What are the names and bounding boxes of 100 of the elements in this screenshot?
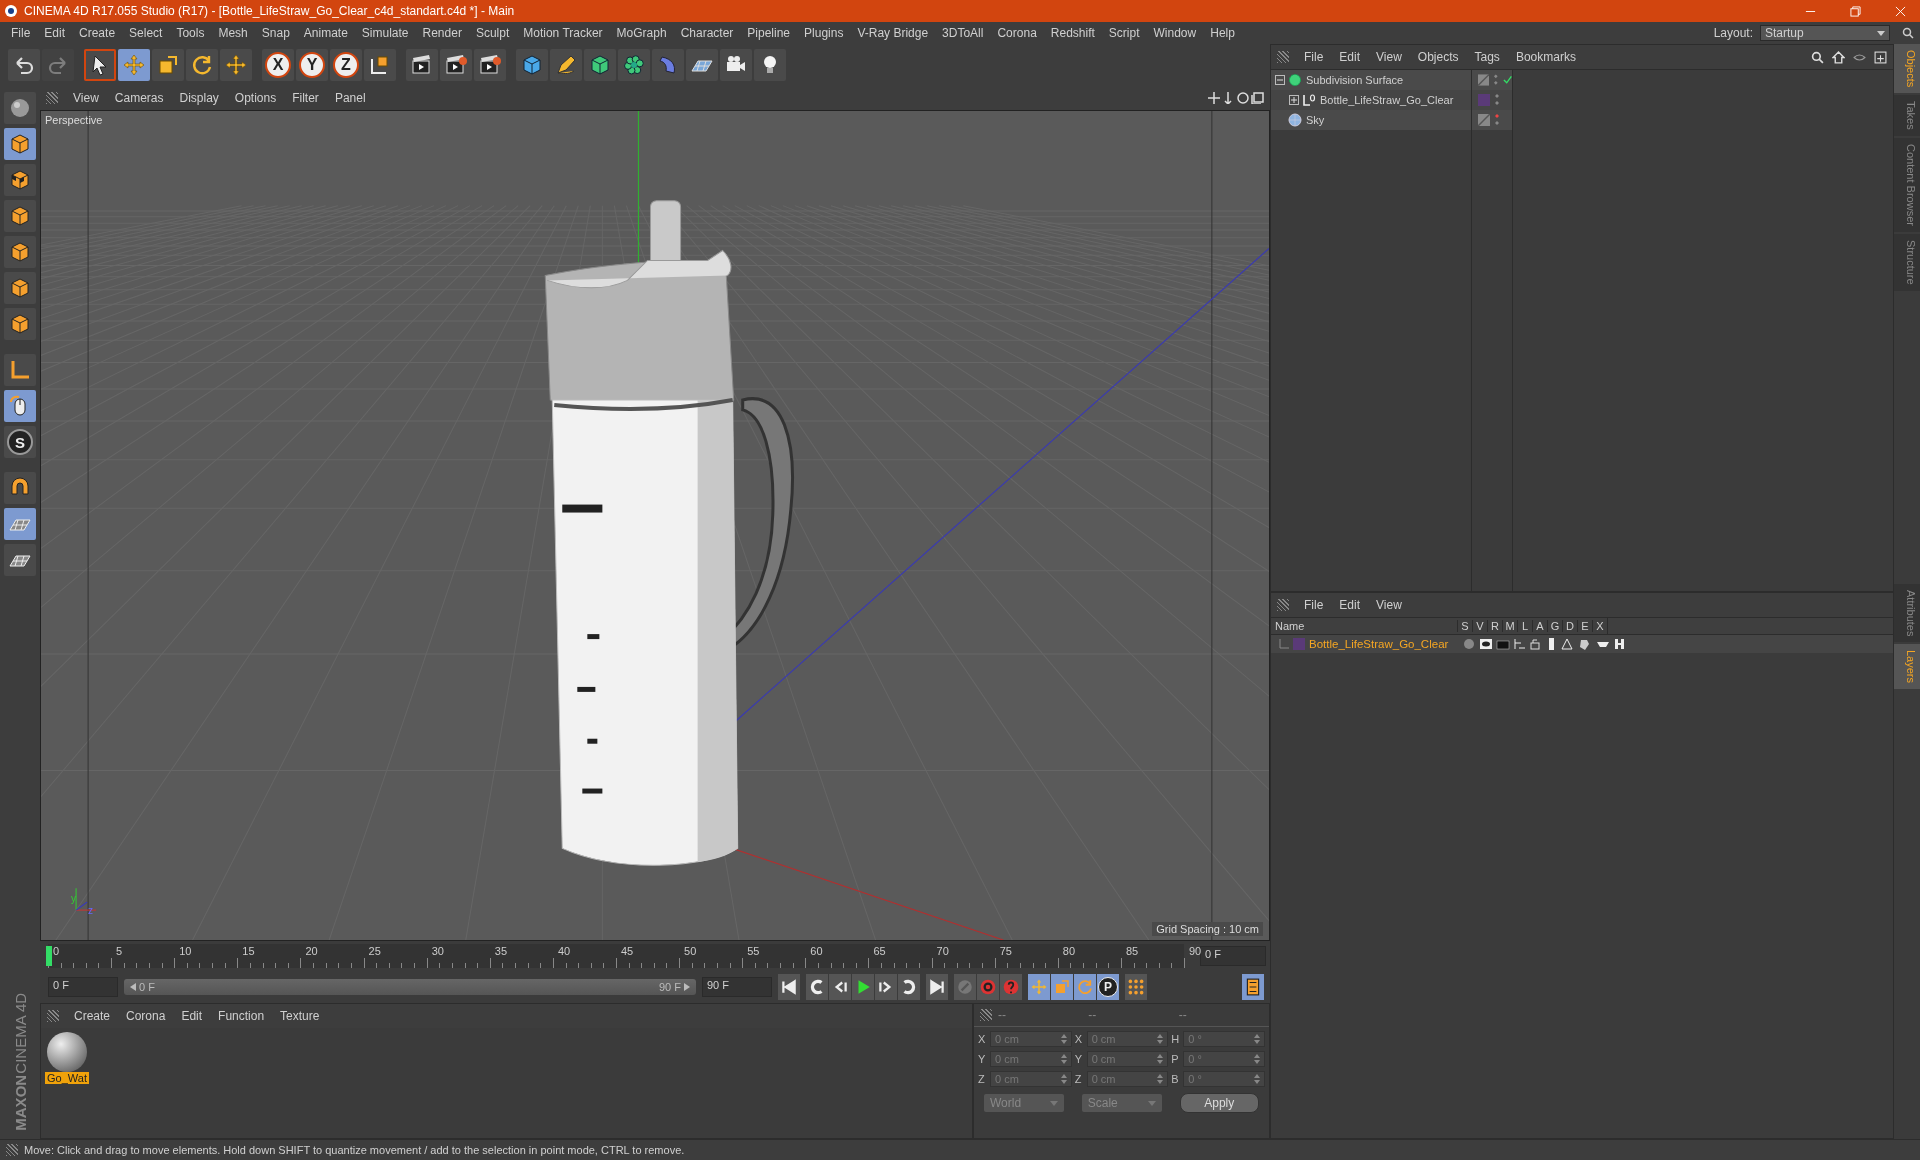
help-key-icon[interactable]: [1000, 974, 1022, 1000]
object-menu-item[interactable]: Bookmarks: [1508, 50, 1583, 64]
end-frame-field[interactable]: 90 F: [702, 977, 772, 997]
polygons-cube-icon[interactable]: [4, 308, 36, 340]
column-header[interactable]: V: [1472, 620, 1487, 632]
axis-icon[interactable]: [4, 354, 36, 386]
previous-key-button[interactable]: [806, 974, 828, 1000]
rotate-icon[interactable]: [186, 49, 218, 81]
edges-cube-icon[interactable]: [4, 272, 36, 304]
material-menu-item[interactable]: Texture: [273, 1009, 327, 1023]
menu-item[interactable]: Tools: [169, 26, 212, 40]
viewport-menu-item[interactable]: Panel: [327, 91, 373, 105]
spinner-icon[interactable]: [1254, 1034, 1260, 1044]
column-header[interactable]: R: [1487, 620, 1502, 632]
3d-viewport[interactable]: Perspective y z Grid Spacing : 10 cm: [40, 110, 1270, 941]
layer-placeholder-icon[interactable]: [1478, 74, 1490, 86]
spinner-icon[interactable]: [1060, 1034, 1067, 1044]
light-bulb-icon[interactable]: [754, 49, 786, 81]
bend-icon[interactable]: [652, 49, 684, 81]
column-header[interactable]: L: [1517, 620, 1532, 632]
material-menu-item[interactable]: Function: [211, 1009, 272, 1023]
material-name[interactable]: Go_Wat: [45, 1072, 89, 1084]
viewport-menu-item[interactable]: Cameras: [107, 91, 171, 105]
layer-menu-item[interactable]: File: [1297, 598, 1331, 612]
layer-menu-item[interactable]: Edit: [1332, 598, 1368, 612]
clapper-icon[interactable]: [440, 49, 472, 81]
column-header[interactable]: Name: [1271, 620, 1457, 632]
frame-range-bar[interactable]: 0 F 90 F: [124, 979, 696, 995]
search-icon[interactable]: [1811, 50, 1824, 64]
column-header[interactable]: D: [1562, 620, 1577, 632]
column-header[interactable]: X: [1592, 620, 1607, 632]
menu-item[interactable]: Edit: [37, 26, 73, 40]
restore-icon[interactable]: [1850, 5, 1861, 17]
auto-key-icon[interactable]: [977, 974, 999, 1000]
side-tab[interactable]: Structure: [1894, 234, 1920, 291]
layout-dropdown[interactable]: Startup: [1760, 25, 1890, 41]
right-arrow-icon[interactable]: [684, 983, 690, 991]
material-menu-item[interactable]: Create: [67, 1009, 118, 1023]
point-level-icon[interactable]: [1125, 974, 1147, 1000]
menu-item[interactable]: Help: [1203, 26, 1242, 40]
visibility-dots-icon[interactable]: [1494, 113, 1500, 127]
crosshair-icon[interactable]: [220, 49, 252, 81]
menu-item[interactable]: Corona: [990, 26, 1044, 40]
new-window-icon[interactable]: [1874, 50, 1887, 64]
viewport-menu-item[interactable]: View: [66, 91, 106, 105]
cube-mode-icon[interactable]: [4, 128, 36, 160]
material-menu-item[interactable]: Edit: [174, 1009, 210, 1023]
clapper-icon[interactable]: [406, 49, 438, 81]
menu-item[interactable]: Animate: [296, 26, 355, 40]
viewport-menu-item[interactable]: Filter: [285, 91, 326, 105]
start-frame-field[interactable]: 0 F: [48, 977, 118, 997]
left-arrow-icon[interactable]: [130, 983, 136, 991]
side-tab[interactable]: Takes: [1894, 95, 1920, 137]
step-forward-button[interactable]: [875, 974, 897, 1000]
flower-icon[interactable]: [618, 49, 650, 81]
spinner-icon[interactable]: [1157, 1034, 1164, 1044]
parameter-key-button[interactable]: P: [1097, 974, 1119, 1000]
axis-lock-button[interactable]: X: [262, 49, 294, 81]
scale-icon[interactable]: [152, 49, 184, 81]
apply-button[interactable]: Apply: [1179, 1093, 1259, 1113]
menu-item[interactable]: Motion Tracker: [516, 26, 610, 40]
material-menu-item[interactable]: Corona: [119, 1009, 173, 1023]
coordinate-system-icon[interactable]: [364, 49, 396, 81]
object-menu-item[interactable]: Tags: [1467, 50, 1507, 64]
film-strip-icon[interactable]: [1242, 974, 1264, 1000]
side-tab[interactable]: Content Browser: [1894, 138, 1920, 232]
points-cube-icon[interactable]: [4, 236, 36, 268]
navigation-icons[interactable]: [1208, 92, 1264, 104]
cube-icon[interactable]: [516, 49, 548, 81]
column-header[interactable]: S: [1457, 620, 1472, 632]
menu-item[interactable]: Script: [1101, 26, 1147, 40]
sphere-mode-icon[interactable]: [4, 92, 36, 124]
plane-icon[interactable]: [4, 200, 36, 232]
object-menu-item[interactable]: Objects: [1410, 50, 1466, 64]
spinner-icon[interactable]: [1254, 1074, 1260, 1084]
home-icon[interactable]: [1832, 50, 1845, 64]
menu-item[interactable]: Simulate: [354, 26, 416, 40]
check-icon[interactable]: [1502, 75, 1512, 85]
pen-icon[interactable]: [550, 49, 582, 81]
menu-item[interactable]: Select: [122, 26, 170, 40]
object-menu-item[interactable]: View: [1369, 50, 1409, 64]
go-to-end-button[interactable]: [926, 974, 948, 1000]
axis-lock-button[interactable]: Y: [296, 49, 328, 81]
magnet-icon[interactable]: [4, 472, 36, 504]
layer-menu-item[interactable]: View: [1369, 598, 1409, 612]
layer-color-swatch[interactable]: [1293, 638, 1305, 650]
layer-color-swatch[interactable]: [1478, 94, 1490, 106]
spinner-icon[interactable]: [1060, 1074, 1067, 1084]
axis-lock-button[interactable]: Z: [330, 49, 362, 81]
material-preview[interactable]: [47, 1032, 87, 1072]
viewport-menu-item[interactable]: Display: [172, 91, 226, 105]
layer-row[interactable]: Bottle_LifeStraw_Go_Clear: [1271, 635, 1893, 653]
checker-cube-icon[interactable]: [4, 164, 36, 196]
spinner-icon[interactable]: [1157, 1074, 1164, 1084]
object-menu-item[interactable]: File: [1297, 50, 1331, 64]
go-to-start-button[interactable]: [778, 974, 800, 1000]
menu-item[interactable]: Pipeline: [740, 26, 798, 40]
menu-item[interactable]: Create: [72, 26, 123, 40]
column-header[interactable]: G: [1547, 620, 1562, 632]
close-icon[interactable]: [1895, 5, 1906, 17]
